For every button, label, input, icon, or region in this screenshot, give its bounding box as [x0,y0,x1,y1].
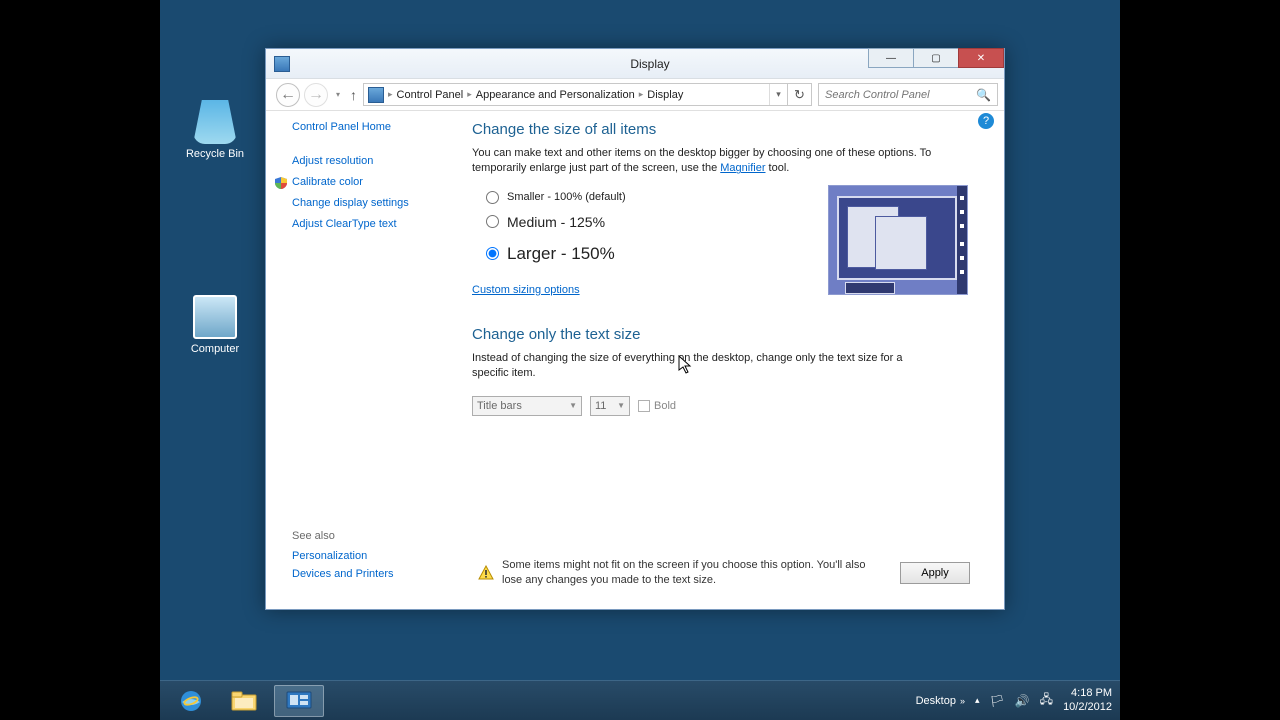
radio-smaller-input[interactable] [486,191,499,204]
description-2: Instead of changing the size of everythi… [472,351,942,382]
see-also-personalization[interactable]: Personalization [292,550,462,562]
refresh-button[interactable]: ↻ [788,83,812,106]
history-dropdown[interactable]: ▾ [332,90,344,99]
help-icon[interactable]: ? [978,113,994,129]
search-icon: 🔍 [976,88,991,102]
content-area: ? Change the size of all items You can m… [462,111,1004,609]
control-panel-window: Display — ▢ ✕ ← → ▾ ↑ ▸ Control Panel ▸ … [265,48,1005,610]
chevron-down-icon: ▼ [569,401,577,410]
taskbar-explorer-button[interactable] [220,685,270,717]
heading-text-size: Change only the text size [472,326,976,343]
bold-checkbox[interactable]: Bold [638,400,676,412]
chevron-down-icon: ▼ [617,401,625,410]
task-change-display-settings[interactable]: Change display settings [292,197,462,209]
taskbar[interactable]: Desktop » ▴ 🏳 🔊 🖧 4:18 PM 10/2/2012 [160,680,1120,720]
taskbar-ie-button[interactable] [166,685,216,717]
task-label: Calibrate color [292,176,363,188]
checkbox-label: Bold [654,400,676,412]
item-dropdown[interactable]: Title bars ▼ [472,396,582,416]
titlebar[interactable]: Display — ▢ ✕ [266,49,1004,79]
clock-time: 4:18 PM [1063,687,1112,700]
apply-button[interactable]: Apply [900,562,970,584]
close-button[interactable]: ✕ [958,48,1004,68]
radio-label: Larger - 150% [507,244,615,264]
radio-larger-input[interactable] [486,247,499,260]
forward-button[interactable]: → [304,83,328,107]
search-box[interactable]: 🔍 [818,83,998,106]
see-also-devices-printers[interactable]: Devices and Printers [292,568,462,580]
breadcrumb[interactable]: ▸ Control Panel ▸ Appearance and Persona… [363,83,788,106]
taskbar-control-panel-button[interactable] [274,685,324,717]
shield-icon [274,176,288,190]
clock[interactable]: 4:18 PM 10/2/2012 [1063,687,1112,713]
radio-label: Smaller - 100% (default) [507,191,626,203]
breadcrumb-dropdown[interactable]: ▾ [769,84,787,105]
scaling-preview [828,185,968,295]
breadcrumb-segment[interactable]: Display [643,89,687,101]
desktop-icon-recycle-bin[interactable]: Recycle Bin [180,100,250,160]
desktop-icon-computer[interactable]: Computer [180,295,250,355]
radio-label: Medium - 125% [507,214,605,230]
window-icon [274,56,290,72]
desktop-toolbar[interactable]: Desktop » [916,695,965,707]
see-also-heading: See also [292,530,462,542]
control-panel-home-link[interactable]: Control Panel Home [292,121,462,133]
up-button[interactable]: ↑ [344,87,363,103]
warning-icon [478,565,494,581]
breadcrumb-icon [368,87,384,103]
radio-medium-input[interactable] [486,215,499,228]
task-adjust-cleartype[interactable]: Adjust ClearType text [292,218,462,230]
chevron-icon: » [960,696,965,706]
clock-date: 10/2/2012 [1063,701,1112,714]
breadcrumb-segment[interactable]: Appearance and Personalization [472,89,639,101]
desktop-icon-label: Recycle Bin [180,148,250,160]
desktop-toolbar-label: Desktop [916,695,956,707]
back-button[interactable]: ← [276,83,300,107]
network-icon[interactable]: 🖧 [1040,690,1053,711]
maximize-button[interactable]: ▢ [913,48,959,68]
tray-overflow-icon[interactable]: ▴ [975,695,980,706]
recycle-bin-icon [193,100,237,144]
checkbox-box[interactable] [638,400,650,412]
desktop-icon-label: Computer [180,343,250,355]
breadcrumb-segment[interactable]: Control Panel [393,89,468,101]
action-center-icon[interactable]: 🏳 [989,694,1004,708]
volume-icon[interactable]: 🔊 [1015,694,1030,708]
dropdown-value: Title bars [477,400,569,412]
description-1: You can make text and other items on the… [472,146,942,177]
warning-row: Some items might not fit on the screen i… [472,550,976,595]
sidebar: Control Panel Home Adjust resolution Cal… [266,111,462,609]
custom-sizing-link[interactable]: Custom sizing options [472,284,580,296]
warning-text: Some items might not fit on the screen i… [502,558,880,587]
navigation-toolbar: ← → ▾ ↑ ▸ Control Panel ▸ Appearance and… [266,79,1004,111]
dropdown-value: 11 [595,400,617,412]
heading-change-size: Change the size of all items [472,121,976,138]
minimize-button[interactable]: — [868,48,914,68]
computer-icon [193,295,237,339]
task-calibrate-color[interactable]: Calibrate color [292,176,462,188]
search-input[interactable] [825,89,976,101]
task-adjust-resolution[interactable]: Adjust resolution [292,155,462,167]
size-dropdown[interactable]: 11 ▼ [590,396,630,416]
magnifier-link[interactable]: Magnifier [720,162,765,174]
